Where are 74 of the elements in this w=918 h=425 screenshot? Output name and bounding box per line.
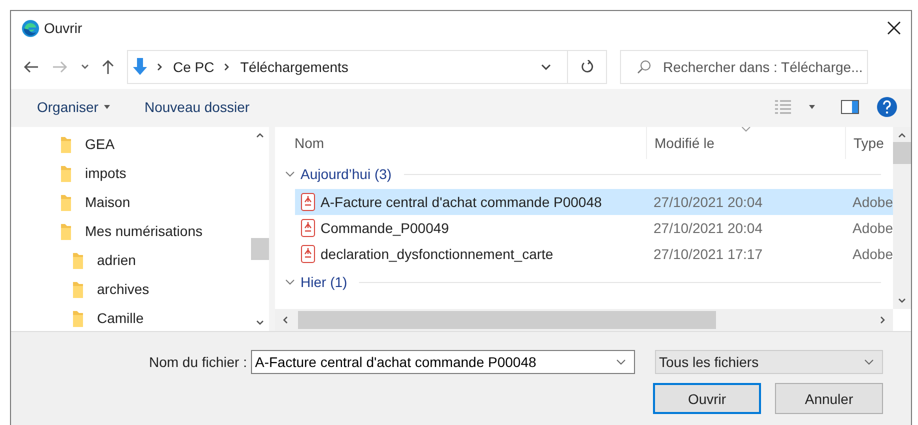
scroll-down-icon[interactable] bbox=[898, 298, 906, 303]
up-arrow-icon[interactable] bbox=[102, 59, 114, 75]
help-icon[interactable] bbox=[877, 97, 897, 117]
folder-icon bbox=[73, 250, 83, 268]
file-row[interactable]: declaration_dysfonctionnement_carte 27/10/2021 17:17 Adobe bbox=[294, 241, 893, 267]
file-row[interactable]: Commande_P00049 27/10/2021 20:04 Adobe bbox=[294, 215, 893, 241]
folder-icon bbox=[73, 280, 83, 298]
chevron-right-icon bbox=[224, 63, 230, 71]
column-header[interactable]: Modifié le bbox=[646, 127, 845, 159]
folder-item[interactable]: Camille bbox=[11, 303, 251, 332]
folder-item[interactable]: impots bbox=[11, 158, 251, 187]
search-icon bbox=[637, 60, 651, 74]
sort-chevron-icon bbox=[740, 127, 751, 132]
file-date: 27/10/2021 20:04 bbox=[652, 194, 764, 210]
horizontal-scrollbar[interactable] bbox=[274, 309, 893, 331]
file-type: Adobe bbox=[852, 220, 893, 236]
download-arrow-icon bbox=[133, 58, 147, 76]
folder-item[interactable]: GEA bbox=[11, 129, 251, 158]
filename-label: Nom du fichier : bbox=[148, 354, 247, 370]
pdf-file-icon bbox=[300, 219, 315, 237]
folder-item[interactable]: archives bbox=[11, 274, 251, 303]
close-icon[interactable] bbox=[887, 21, 901, 35]
organize-menu-button[interactable]: Organiser bbox=[33, 97, 114, 117]
open-button[interactable]: Ouvrir bbox=[653, 383, 761, 414]
folder-item[interactable]: adrien bbox=[11, 245, 251, 274]
file-type: Adobe bbox=[852, 194, 893, 210]
new-folder-button[interactable]: Nouveau dossier bbox=[140, 97, 254, 117]
search-input[interactable]: Rechercher dans : Télécharge... bbox=[663, 59, 863, 75]
column-header[interactable]: Nom bbox=[274, 127, 646, 159]
filename-field[interactable]: A-Facture central d'achat commande P00048 bbox=[251, 350, 635, 374]
file-type-dropdown[interactable]: Tous les fichiers bbox=[655, 350, 883, 374]
breadcrumb-item[interactable]: Téléchargements bbox=[240, 59, 348, 75]
file-name: Commande_P00049 bbox=[320, 220, 449, 236]
file-name: A-Facture central d'achat commande P00048 bbox=[320, 194, 602, 210]
preview-pane-icon[interactable] bbox=[841, 100, 859, 114]
chevron-right-icon bbox=[157, 63, 163, 71]
refresh-icon[interactable] bbox=[580, 60, 594, 74]
app-logo-icon bbox=[21, 18, 40, 38]
file-row[interactable]: A-Facture central d'achat commande P00048 27/10/2021 20:04 Adobe bbox=[294, 189, 893, 215]
scroll-left-icon[interactable] bbox=[282, 316, 288, 324]
chevron-down-icon[interactable] bbox=[541, 64, 551, 70]
folder-icon bbox=[73, 308, 83, 326]
address-bar[interactable]: Ce PC Téléchargements bbox=[127, 50, 607, 84]
cancel-button[interactable]: Annuler bbox=[775, 383, 883, 414]
folder-icon bbox=[61, 192, 71, 210]
folder-icon bbox=[61, 222, 71, 240]
folder-icon bbox=[61, 134, 71, 152]
file-date: 27/10/2021 17:17 bbox=[652, 246, 764, 262]
file-name: declaration_dysfonctionnement_carte bbox=[320, 246, 554, 262]
scroll-right-icon[interactable] bbox=[880, 316, 885, 324]
chevron-down-icon[interactable] bbox=[81, 64, 89, 70]
scroll-down-icon[interactable] bbox=[256, 320, 264, 325]
caret-icon[interactable] bbox=[809, 105, 815, 109]
group-header[interactable]: Aujourd’hui (3) bbox=[274, 159, 893, 189]
file-type: Adobe bbox=[852, 246, 893, 262]
scroll-up-icon[interactable] bbox=[898, 133, 906, 138]
chevron-down-icon bbox=[864, 359, 874, 365]
scrollbar[interactable] bbox=[893, 127, 911, 309]
group-header[interactable]: Hier (1) bbox=[274, 267, 893, 297]
back-arrow-icon[interactable] bbox=[23, 61, 39, 73]
folder-item[interactable]: Maison bbox=[11, 187, 251, 216]
breadcrumb-item[interactable]: Ce PC bbox=[173, 59, 214, 75]
scrollbar-thumb[interactable] bbox=[250, 238, 269, 260]
search-box[interactable]: Rechercher dans : Télécharge... bbox=[620, 50, 868, 84]
scroll-up-icon[interactable] bbox=[256, 133, 264, 138]
window-title: Ouvrir bbox=[44, 20, 82, 36]
pdf-file-icon bbox=[300, 245, 315, 263]
file-date: 27/10/2021 20:04 bbox=[652, 220, 764, 236]
folder-icon bbox=[61, 164, 71, 182]
pdf-file-icon bbox=[300, 193, 315, 211]
scrollbar-thumb[interactable] bbox=[893, 142, 911, 164]
folder-item[interactable]: Mes numérisations bbox=[11, 216, 251, 245]
chevron-down-icon bbox=[616, 359, 626, 365]
caret-icon bbox=[104, 105, 110, 109]
